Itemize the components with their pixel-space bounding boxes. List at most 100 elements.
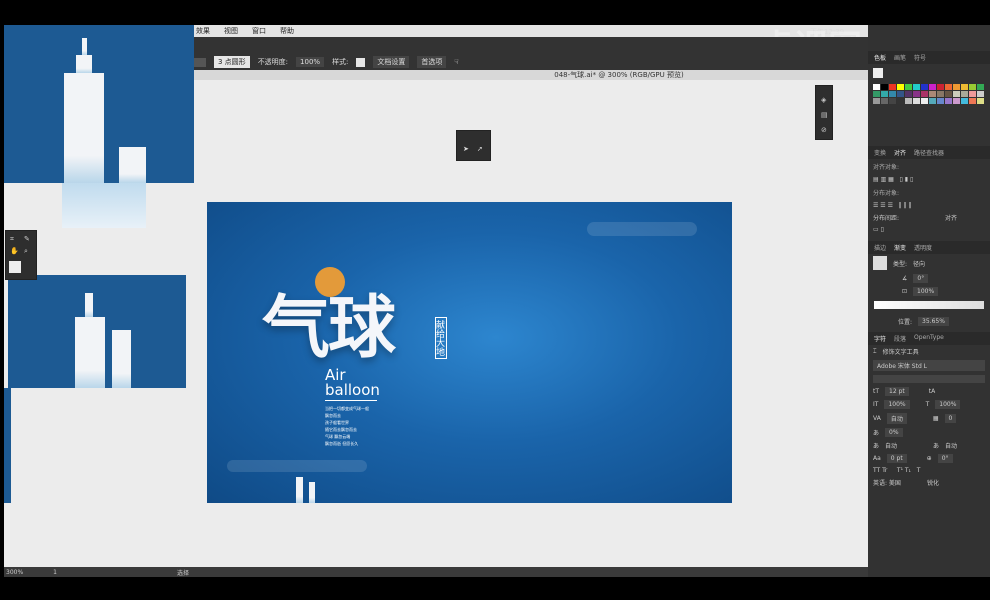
swatch[interactable] (897, 84, 904, 90)
font-size-input[interactable]: 12 pt (885, 387, 909, 396)
direct-select-icon[interactable]: ➚ (477, 145, 483, 153)
antialias-select[interactable]: 锐化 (927, 478, 939, 487)
swatch[interactable] (921, 91, 928, 97)
arrange-icon[interactable]: ☟ (454, 58, 458, 66)
swatch[interactable] (873, 98, 880, 104)
font-select[interactable]: Adobe 宋体 Std L (873, 360, 985, 371)
rotation-input[interactable]: 0° (937, 454, 953, 463)
zoom-icon[interactable]: ⌕ (24, 247, 28, 256)
tab-symbols[interactable]: 符号 (914, 53, 926, 62)
angle-input[interactable]: 0° (913, 274, 929, 283)
tab-gradient[interactable]: 渐变 (894, 243, 906, 252)
swatch[interactable] (897, 98, 904, 104)
libraries-icon[interactable]: ▤ (821, 111, 828, 119)
vscale-input[interactable]: 100% (884, 400, 910, 409)
swatch[interactable] (929, 98, 936, 104)
swatch[interactable] (889, 84, 896, 90)
spacing-buttons[interactable]: ▭ ▯ (868, 224, 990, 235)
style-select[interactable] (356, 57, 366, 67)
artboard-tool-icon[interactable]: ⌗ (10, 235, 14, 244)
swatch[interactable] (913, 91, 920, 97)
aki-left-select[interactable]: 自动 (885, 441, 897, 450)
tab-stroke[interactable]: 描边 (874, 243, 886, 252)
opacity-input[interactable]: 100% (296, 57, 325, 67)
gradient-slider[interactable] (874, 301, 984, 309)
swatch[interactable] (921, 84, 928, 90)
tab-transparency[interactable]: 透明度 (914, 243, 932, 252)
document-tab[interactable]: 048-气球.ai* @ 300% (RGB/GPU 预览) (190, 70, 868, 80)
baseline-input[interactable]: 0 pt (886, 454, 907, 463)
layers-icon[interactable]: ◈ (821, 96, 826, 104)
zoom-select[interactable]: 300% (6, 569, 23, 576)
fill-color[interactable] (9, 261, 21, 273)
swatch[interactable] (945, 84, 952, 90)
swatch[interactable] (937, 98, 944, 104)
swatch[interactable] (913, 84, 920, 90)
tab-transform[interactable]: 变换 (874, 148, 886, 157)
swatch[interactable] (977, 98, 984, 104)
tab-pathfinder[interactable]: 路径查找器 (914, 148, 944, 157)
location-input[interactable]: 35.65% (918, 317, 949, 326)
preferences-button[interactable]: 首选项 (417, 56, 447, 68)
align-buttons[interactable]: ▤ ▥ ▦ ▯ ▮ ▯ (868, 174, 990, 185)
links-icon[interactable]: ⊘ (821, 126, 827, 134)
kerning-select[interactable]: 自动 (886, 413, 907, 424)
tracking-input[interactable]: 0 (944, 414, 957, 423)
selection-icon[interactable]: ➤ (463, 145, 469, 153)
status-tool[interactable]: 选择 (177, 568, 189, 577)
menu-effect[interactable]: 效果 (196, 26, 210, 36)
swatch[interactable] (905, 98, 912, 104)
swatch[interactable] (969, 98, 976, 104)
ratio-input[interactable]: 100% (913, 287, 939, 296)
swatch[interactable] (881, 91, 888, 97)
gradient-type-select[interactable]: 径向 (913, 259, 925, 268)
fill-stroke-icon[interactable] (873, 68, 883, 78)
menu-window[interactable]: 窗口 (252, 26, 266, 36)
distribute-buttons[interactable]: ☰ ☰ ☰ ‖ ‖ ‖ (868, 200, 990, 211)
swatch[interactable] (889, 98, 896, 104)
touch-type-button[interactable]: 修饰文字工具 (883, 347, 919, 356)
swatch[interactable] (889, 91, 896, 97)
swatch[interactable] (929, 91, 936, 97)
font-style-select[interactable] (873, 375, 985, 383)
artboard-nav[interactable]: 1 (53, 569, 57, 576)
swatch[interactable] (969, 91, 976, 97)
swatch[interactable] (929, 84, 936, 90)
swatch[interactable] (961, 91, 968, 97)
artboard[interactable]: 气球 献给大地 Air balloon 当把一切都变成气球一般 飘忽而去 孩子般看… (207, 202, 732, 503)
swatch[interactable] (897, 91, 904, 97)
gradient-preview[interactable] (873, 256, 887, 270)
menu-view[interactable]: 视图 (224, 26, 238, 36)
swatch[interactable] (921, 98, 928, 104)
tab-character[interactable]: 字符 (874, 334, 886, 343)
tab-brushes[interactable]: 画笔 (894, 53, 906, 62)
tab-paragraph[interactable]: 段落 (894, 334, 906, 343)
tsume-input[interactable]: 0% (885, 428, 903, 437)
swatch[interactable] (937, 84, 944, 90)
swatch-grid[interactable] (868, 82, 990, 106)
brush-select[interactable]: 3 点圆形 (214, 56, 250, 68)
type-style-buttons[interactable]: TT Tr T¹ T₁ T (868, 465, 990, 476)
tab-align[interactable]: 对齐 (894, 148, 906, 157)
swatch[interactable] (913, 98, 920, 104)
swatch[interactable] (953, 91, 960, 97)
swatch[interactable] (953, 84, 960, 90)
swatch[interactable] (873, 91, 880, 97)
swatch[interactable] (945, 98, 952, 104)
swatch[interactable] (881, 84, 888, 90)
swatch[interactable] (977, 91, 984, 97)
swatch[interactable] (953, 98, 960, 104)
eyedropper-icon[interactable]: ✎ (24, 235, 30, 243)
swatch[interactable] (961, 84, 968, 90)
swatch[interactable] (905, 91, 912, 97)
swatch[interactable] (945, 91, 952, 97)
menu-help[interactable]: 帮助 (280, 26, 294, 36)
swatch[interactable] (961, 98, 968, 104)
aki-right-select[interactable]: 自动 (945, 441, 957, 450)
swatch[interactable] (977, 84, 984, 90)
swatch[interactable] (873, 84, 880, 90)
swatch[interactable] (881, 98, 888, 104)
language-select[interactable]: 英语: 美国 (873, 478, 901, 487)
swatch[interactable] (905, 84, 912, 90)
tab-swatches[interactable]: 色板 (874, 53, 886, 62)
